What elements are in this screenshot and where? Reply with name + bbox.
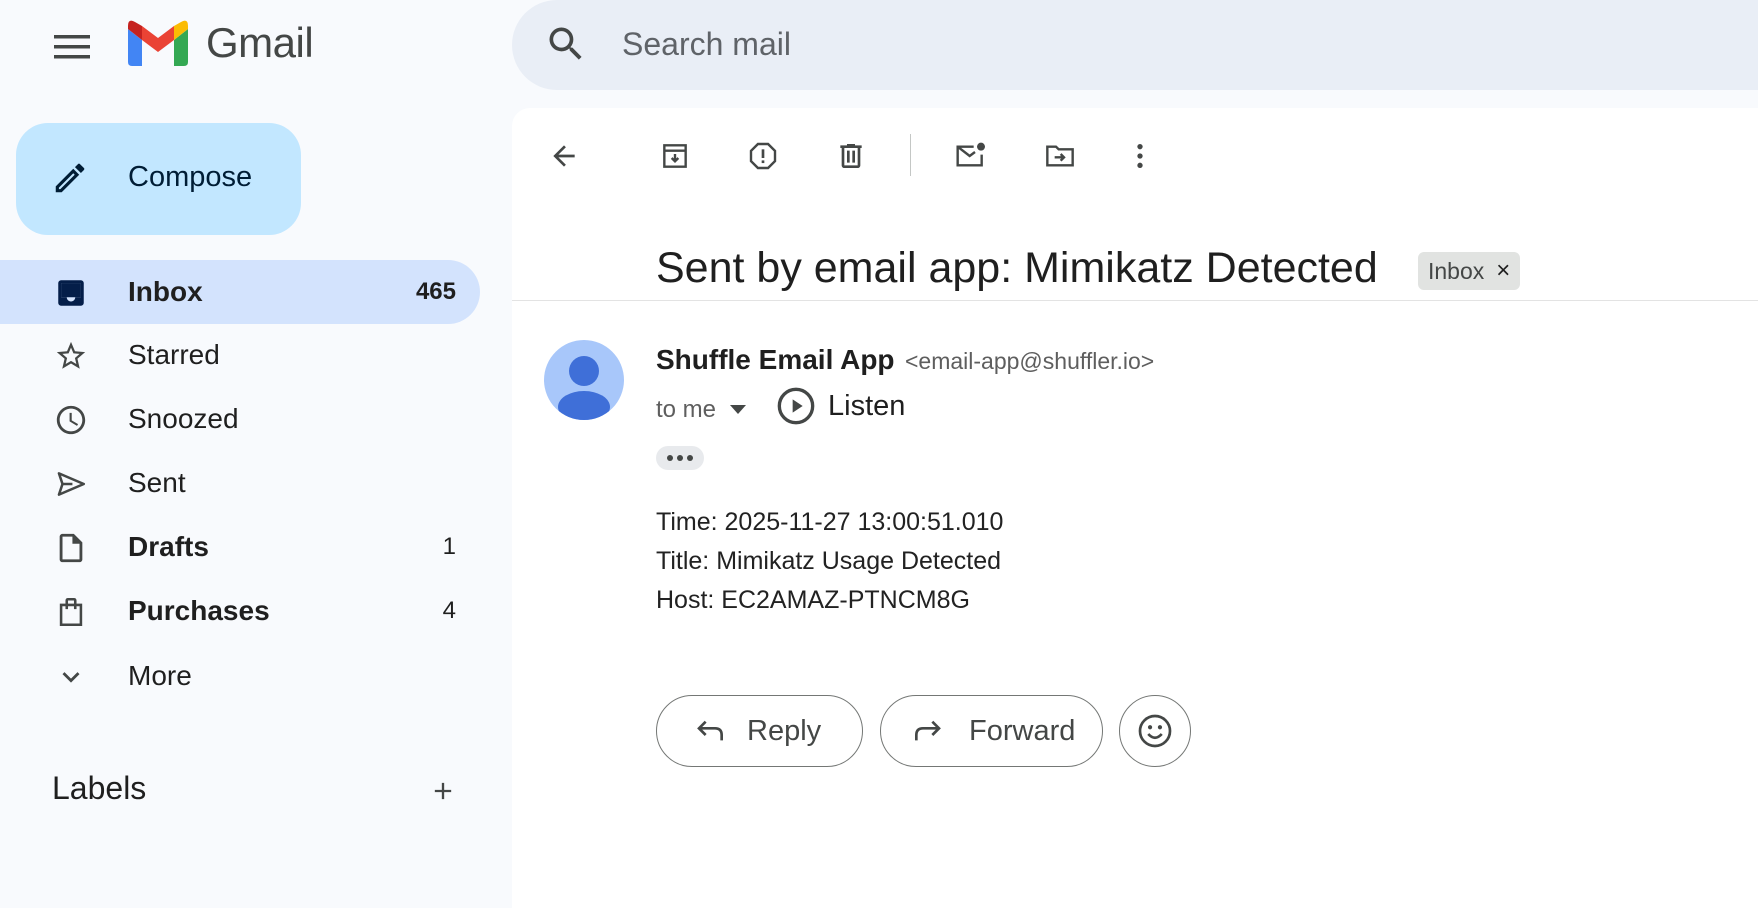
purchases-count: 4 [442,597,456,624]
inbox-unread-count: 465 [415,278,456,305]
sender-email: <email-app@shuffler.io> [905,348,1155,374]
person-icon [558,356,610,420]
create-label-button[interactable] [420,768,466,814]
arrow-back-icon [553,145,575,167]
main-menu-button[interactable] [45,20,99,74]
email-subject: Sent by email app: Mimikatz Detected [656,244,1378,292]
forward-button[interactable]: Forward [880,695,1103,767]
recipient-label: to me [656,396,717,423]
play-circle-icon [777,387,815,425]
label-chip-text: Inbox [1428,257,1485,284]
chevron-down-icon [62,672,80,683]
sender-name[interactable]: Shuffle Email App [656,344,895,375]
show-trimmed-content-button[interactable] [656,446,704,470]
sidebar-item-label: Starred [128,339,220,370]
more-vert-icon [1137,144,1143,168]
sidebar-item-more[interactable]: More [0,644,480,708]
draft-file-icon [59,533,83,563]
archive-button[interactable] [647,128,703,184]
sidebar-item-purchases[interactable]: Purchases 4 [0,579,480,643]
star-icon [56,341,86,369]
reply-label: Reply [747,714,822,747]
forward-icon [915,720,941,741]
sidebar-item-label: More [128,660,192,691]
label-chip-inbox[interactable]: Inbox × [1418,252,1521,290]
caret-down-icon [730,405,747,414]
sidebar-item-sent[interactable]: Sent [0,451,480,515]
sidebar-item-label: Sent [128,467,186,498]
archive-icon [663,144,687,168]
body-line-host: Host: EC2AMAZ-PTNCM8G [656,586,970,614]
reply-button[interactable]: Reply [656,695,863,767]
sidebar-item-label: Drafts [128,531,209,562]
body-line-title: Title: Mimikatz Usage Detected [656,547,1002,575]
inbox-icon [58,280,84,306]
more-options-button[interactable] [1112,128,1168,184]
move-to-button[interactable] [1032,128,1088,184]
reply-icon [697,720,723,741]
listen-label: Listen [828,389,906,422]
sidebar-item-drafts[interactable]: Drafts 1 [0,515,480,579]
forward-label: Forward [969,714,1076,747]
pencil-icon [55,163,85,193]
emoji-smile-icon [1138,714,1172,748]
dot-icon [677,455,683,461]
dot-icon [687,455,693,461]
gmail-m-icon [128,20,188,66]
sidebar-item-starred[interactable]: Starred [0,323,480,387]
hamburger-menu-icon [54,35,90,59]
send-icon [57,472,86,496]
search-icon[interactable] [544,22,588,66]
recipient-details-toggle[interactable]: to me [656,396,747,424]
body-line-time: Time: 2025-11-27 13:00:51.010 [656,508,1004,536]
sidebar-item-label: Inbox [128,276,203,307]
back-button[interactable] [536,128,592,184]
sidebar-item-snoozed[interactable]: Snoozed [0,387,480,451]
gmail-logo[interactable]: Gmail [128,18,314,68]
sidebar-item-inbox[interactable]: Inbox 465 [0,260,480,324]
gmail-wordmark: Gmail [206,19,314,66]
search-input[interactable] [622,20,1522,68]
mark-unread-icon [956,142,985,167]
email-view: Sent by email app: Mimikatz Detected Inb… [512,108,1758,908]
remove-label-button[interactable]: × [1496,257,1510,285]
clock-icon [56,405,86,435]
subject-divider [512,300,1758,301]
drafts-count: 1 [442,533,456,560]
listen-button[interactable]: Listen [776,386,905,426]
search-bar[interactable] [512,0,1758,90]
sidebar-item-label: Purchases [128,595,270,626]
dot-icon [667,455,673,461]
add-reaction-button[interactable] [1119,695,1191,767]
folder-move-icon [1046,145,1074,167]
plus-icon [434,782,452,800]
sidebar-item-label: Snoozed [128,403,239,434]
delete-button[interactable] [823,128,879,184]
report-spam-icon [749,142,777,170]
labels-heading: Labels [52,770,147,806]
compose-label: Compose [128,161,253,193]
sender-info: Shuffle Email App <email-app@shuffler.io… [656,344,1154,376]
toolbar-divider [910,134,911,176]
shopping-bag-icon [59,597,83,627]
mark-unread-button[interactable] [943,128,999,184]
report-spam-button[interactable] [735,128,791,184]
avatar[interactable] [544,340,624,420]
compose-button[interactable]: Compose [16,123,301,235]
trash-icon [840,144,862,168]
